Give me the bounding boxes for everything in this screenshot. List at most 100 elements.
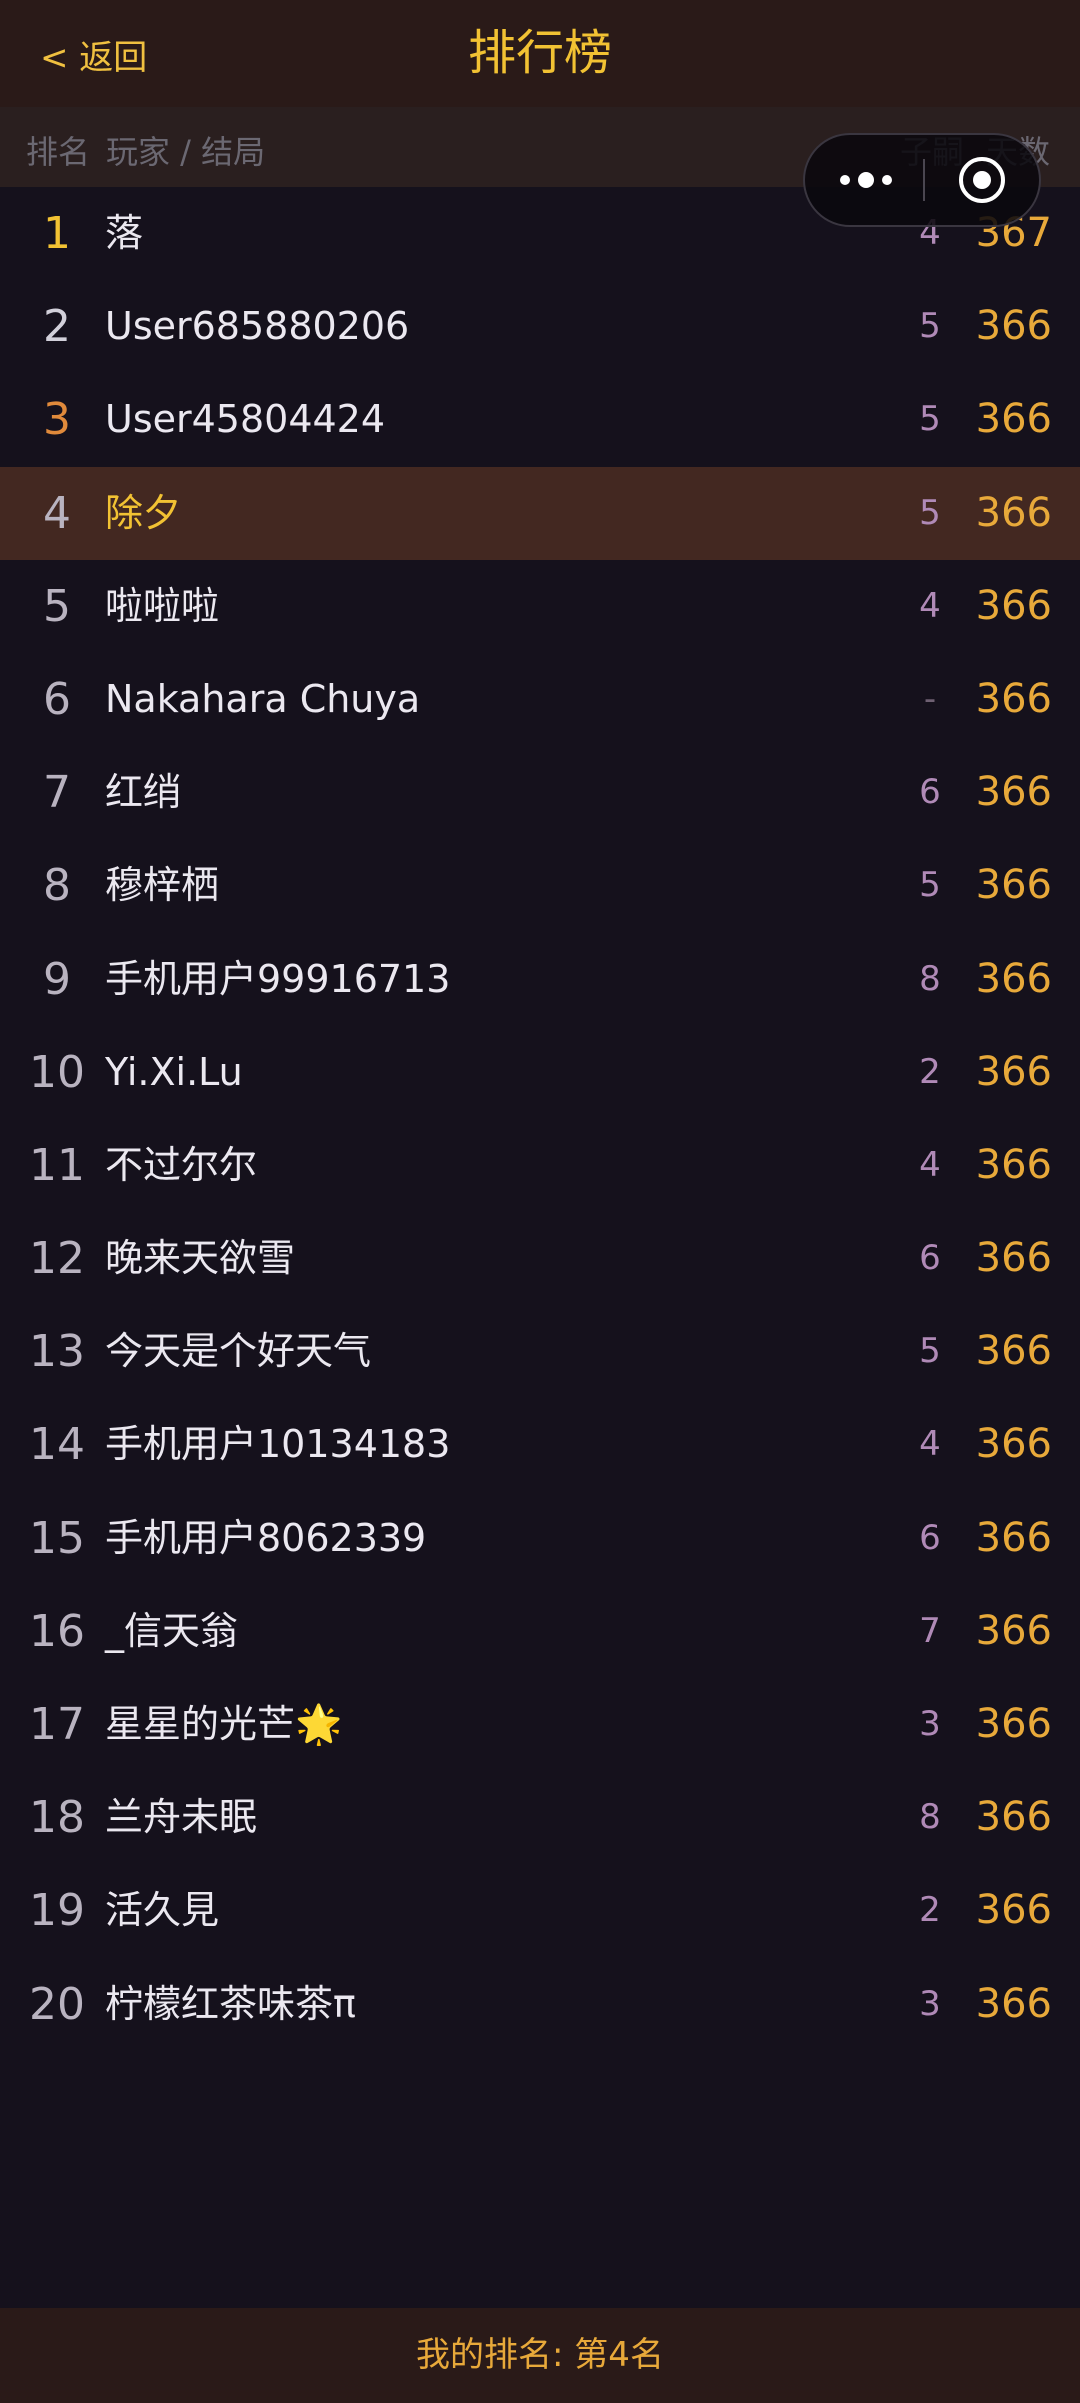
table-row: 12 晚来天欲雪 6 366	[0, 1212, 1080, 1305]
rank-number: 14	[29, 1419, 85, 1471]
kids-count: 3	[919, 1983, 941, 2024]
rank-number: 8	[43, 860, 71, 912]
kids-count: 6	[919, 772, 941, 813]
page-title: 排行榜	[467, 25, 612, 81]
player-name: Yi.Xi.Lu	[105, 1049, 243, 1094]
days-count: 366	[975, 489, 1052, 536]
kids-count: 2	[919, 1890, 941, 1931]
days-count: 366	[975, 1421, 1052, 1468]
player-name: 啦啦啦	[105, 583, 220, 628]
rank-number: 19	[29, 1885, 85, 1937]
table-row: 8 穆梓栖 5 366	[0, 839, 1080, 932]
rank-number: 17	[29, 1699, 85, 1750]
player-name: _信天翁	[105, 1608, 239, 1653]
kids-count: 5	[919, 306, 941, 347]
rank-number: 9	[43, 953, 71, 1005]
kids-count: 5	[919, 492, 941, 533]
kids-count: 8	[919, 1797, 941, 1838]
player-name: User45804424	[105, 397, 386, 442]
days-count: 366	[975, 769, 1052, 816]
table-row: 6 Nakahara Chuya - 366	[0, 653, 1080, 746]
days-count: 366	[975, 582, 1052, 629]
column-player-label: 玩家 / 结局	[106, 133, 266, 171]
rank-number: 13	[29, 1326, 85, 1378]
rank-number: 20	[29, 1978, 85, 2030]
kids-count: 5	[919, 399, 941, 440]
table-row: 3 User45804424 5 366	[0, 373, 1080, 466]
table-row: 9 手机用户99916713 8 366	[0, 933, 1080, 1026]
capsule-divider	[923, 159, 925, 201]
rank-number: 7	[43, 767, 71, 819]
days-count: 366	[975, 1701, 1052, 1747]
table-row: 10 Yi.Xi.Lu 2 366	[0, 1026, 1080, 1119]
my-row-highlight: 4 除夕 5 366	[0, 466, 1080, 560]
rank-number: 1	[43, 208, 71, 259]
player-name: 手机用户99916713	[105, 956, 451, 1001]
more-dots-icon[interactable]	[835, 135, 905, 225]
days-count: 366	[975, 955, 1052, 1002]
player-name: 除夕	[105, 490, 182, 535]
rank-number: 4	[43, 487, 71, 539]
table-row: 7 红绡 6 366	[0, 746, 1080, 839]
table-row: 14 手机用户10134183 4 366	[0, 1398, 1080, 1491]
rank-number: 15	[29, 1512, 85, 1564]
leaderboard-list: 1 落 4 367 2 User685880206 5 366 3 User45…	[0, 187, 1080, 2051]
rank-number: 6	[43, 673, 71, 725]
days-count: 366	[975, 1328, 1052, 1375]
player-name: 穆梓栖	[105, 863, 220, 908]
kids-count: 4	[919, 1424, 941, 1465]
table-row: 16 _信天翁 7 366	[0, 1585, 1080, 1678]
rank-number: 10	[29, 1046, 85, 1098]
days-count: 366	[975, 675, 1052, 722]
kids-count: -	[923, 678, 937, 719]
kids-count: 2	[919, 1051, 941, 1092]
table-row: 13 今天是个好天气 5 366	[0, 1305, 1080, 1398]
days-count: 366	[975, 1607, 1052, 1654]
target-circle-icon[interactable]	[957, 155, 1007, 205]
rank-number: 16	[29, 1605, 85, 1657]
kids-count: 5	[919, 1331, 941, 1372]
table-row: 19 活久見 2 366	[0, 1864, 1080, 1957]
rank-number: 18	[29, 1792, 85, 1844]
kids-count: 6	[919, 1238, 941, 1279]
kids-count: 4	[919, 1144, 941, 1185]
rank-number: 11	[29, 1139, 85, 1191]
player-name: 兰舟未眠	[105, 1795, 258, 1840]
column-rank-label: 排名	[26, 133, 91, 171]
table-row: 11 不过尔尔 4 366	[0, 1119, 1080, 1212]
rank-number: 12	[29, 1233, 85, 1285]
miniprogram-capsule	[803, 133, 1041, 227]
player-name: 柠檬红茶味茶π	[105, 1981, 356, 2026]
player-name: 晚来天欲雪	[105, 1236, 296, 1281]
player-name: 手机用户10134183	[105, 1422, 451, 1467]
kids-count: 7	[919, 1610, 941, 1651]
top-nav-bar: < 返回 排行榜	[0, 0, 1080, 107]
table-row: 20 柠檬红茶味茶π 3 366	[0, 1958, 1080, 2051]
player-name: User685880206	[105, 304, 410, 349]
player-name: 星星的光芒🌟	[105, 1702, 343, 1746]
my-rank-footer: 我的排名: 第4名	[0, 2308, 1080, 2403]
days-count: 366	[975, 1514, 1052, 1561]
rank-number: 2	[43, 301, 71, 353]
kids-count: 6	[919, 1517, 941, 1558]
table-row: 2 User685880206 5 366	[0, 280, 1080, 373]
table-row: 5 啦啦啦 4 366	[0, 560, 1080, 653]
player-name: 不过尔尔	[105, 1142, 258, 1187]
days-count: 366	[975, 1235, 1052, 1282]
player-name: 活久見	[105, 1888, 220, 1933]
rank-number: 5	[43, 580, 71, 632]
table-row: 18 兰舟未眠 8 366	[0, 1771, 1080, 1864]
kids-count: 5	[919, 865, 941, 906]
player-name: 手机用户8062339	[105, 1515, 427, 1560]
table-row: 15 手机用户8062339 6 366	[0, 1492, 1080, 1585]
days-count: 366	[975, 862, 1052, 909]
days-count: 366	[975, 1141, 1052, 1188]
days-count: 366	[975, 1794, 1052, 1841]
player-name: 红绡	[105, 770, 182, 815]
days-count: 366	[975, 396, 1052, 443]
table-row: 17 星星的光芒🌟 3 366	[0, 1678, 1080, 1771]
player-name: Nakahara Chuya	[105, 676, 421, 721]
player-name: 今天是个好天气	[105, 1329, 372, 1374]
days-count: 366	[975, 303, 1052, 350]
days-count: 366	[975, 1980, 1052, 2027]
